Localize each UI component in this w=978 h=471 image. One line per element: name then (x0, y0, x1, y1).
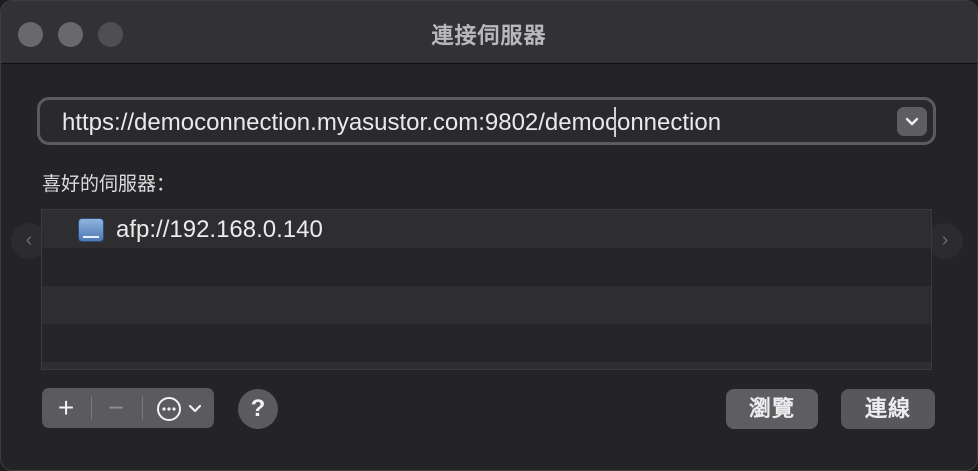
window-title: 連接伺服器 (431, 23, 547, 48)
text-caret (614, 107, 616, 137)
recent-servers-dropdown[interactable] (897, 107, 927, 136)
server-icon (78, 218, 104, 242)
titlebar: 連接伺服器 (1, 1, 977, 64)
server-url: afp://192.168.0.140 (116, 216, 323, 243)
favorite-servers-label: 喜好的伺服器： (42, 174, 176, 195)
more-options-button[interactable] (144, 388, 214, 428)
help-button[interactable]: ? (238, 389, 278, 429)
chevron-right-icon: › (927, 223, 963, 259)
empty-row (42, 286, 931, 324)
chevron-down-icon (905, 118, 919, 126)
server-address-value[interactable]: https://democonnection.myasustor.com:980… (62, 109, 721, 137)
chevron-down-icon (188, 404, 201, 412)
connect-to-server-window: 連接伺服器 https://democonnection.myasustor.c… (0, 0, 978, 471)
empty-row (42, 248, 931, 286)
add-favorite-button[interactable]: + (42, 388, 90, 428)
remove-favorite-button[interactable]: − (92, 388, 140, 428)
connect-button[interactable]: 連線 (841, 389, 935, 429)
server-address-field[interactable]: https://democonnection.myasustor.com:980… (37, 97, 936, 145)
favorite-servers-list: afp://192.168.0.140 (41, 209, 932, 370)
favorites-segmented-control: + − (42, 388, 214, 428)
ellipsis-circle-icon (157, 396, 182, 421)
empty-row (42, 362, 931, 369)
divider (142, 396, 143, 420)
list-item[interactable]: afp://192.168.0.140 (42, 210, 931, 248)
browse-button[interactable]: 瀏覽 (726, 389, 818, 429)
empty-row (42, 324, 931, 362)
